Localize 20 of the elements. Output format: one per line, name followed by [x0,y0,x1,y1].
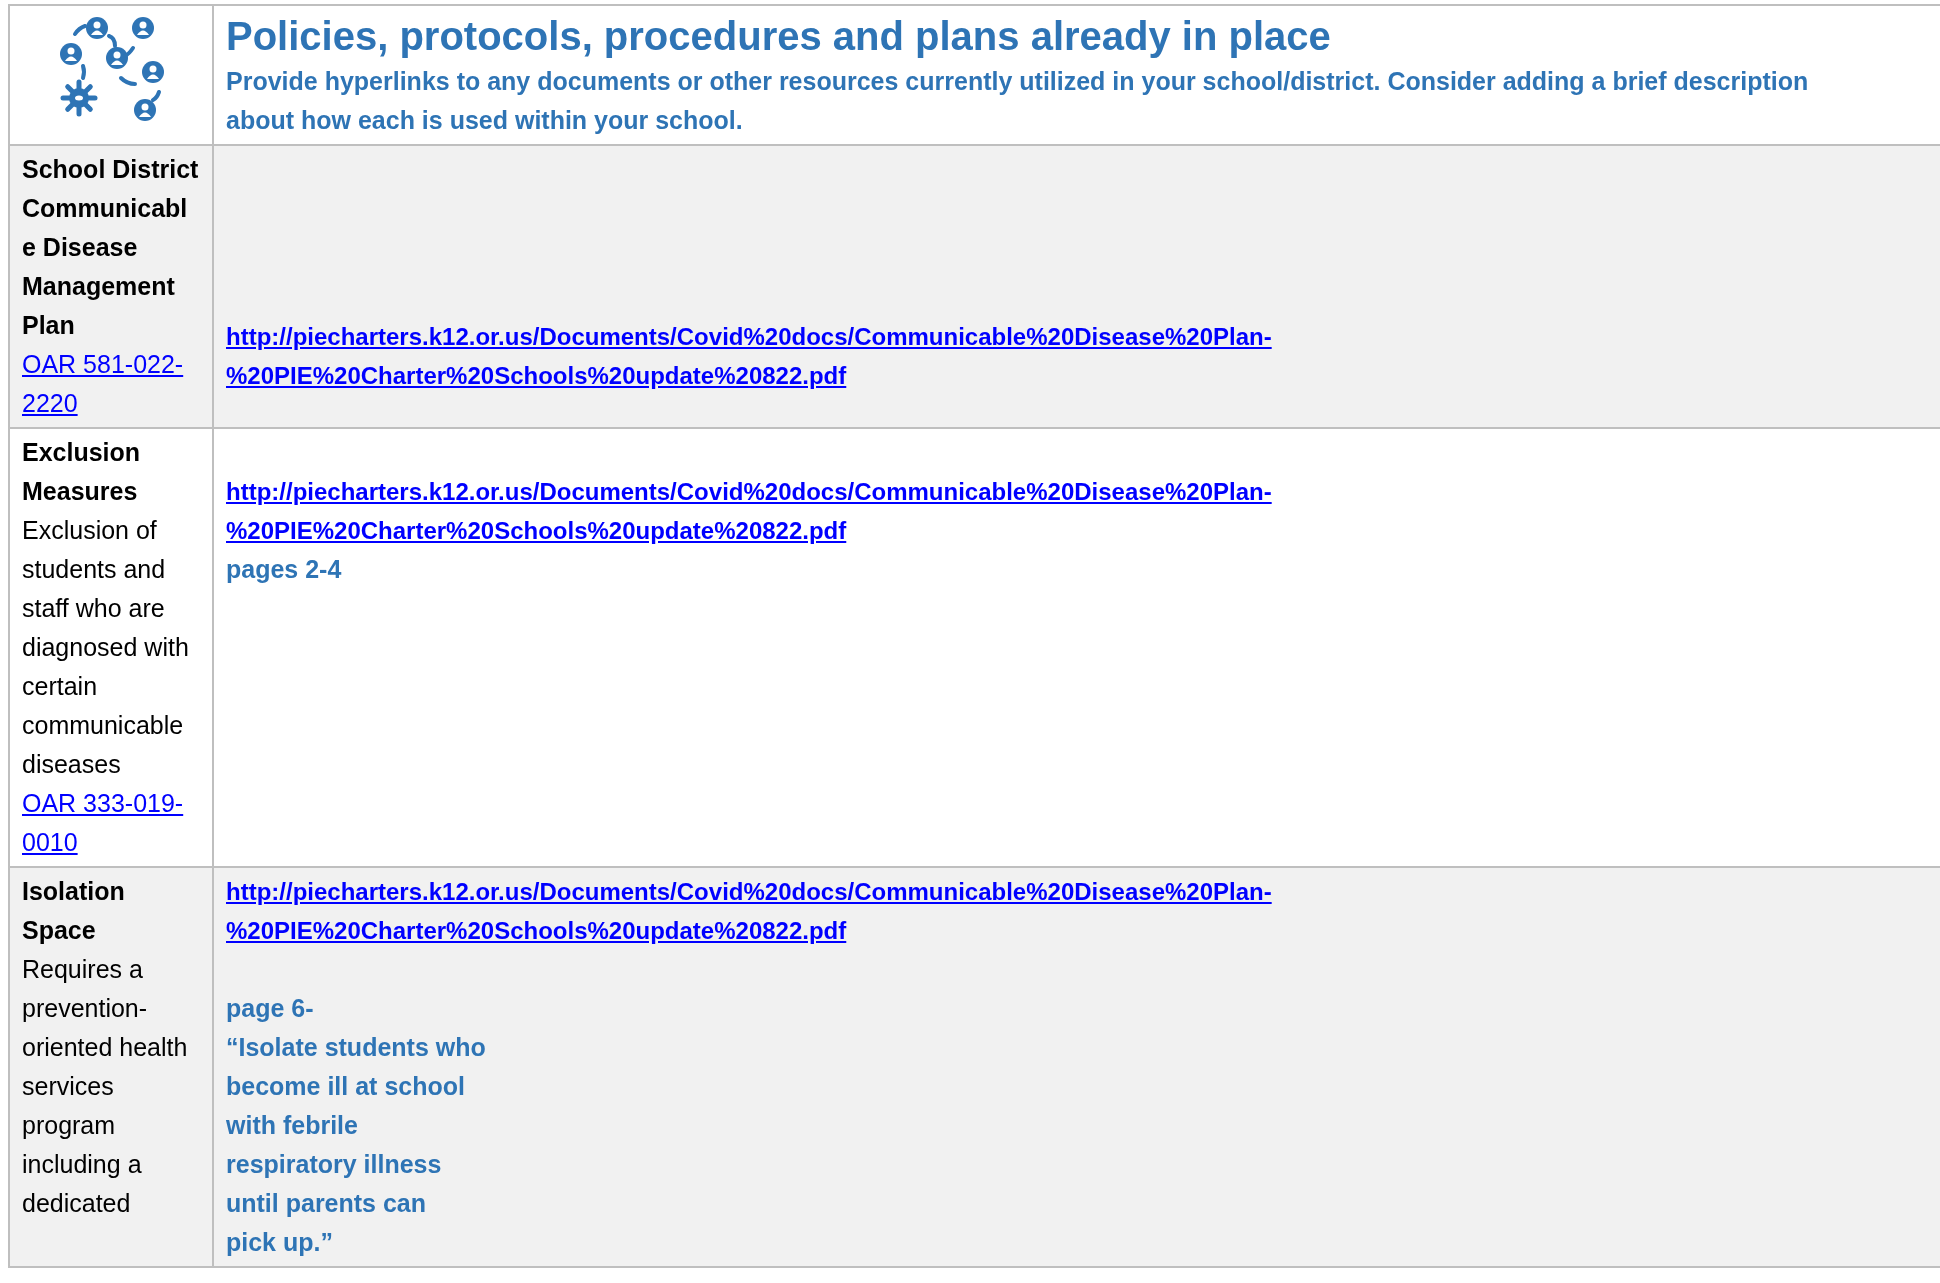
note-text: with febrile [226,1110,359,1141]
note-text: respiratory illness [226,1149,443,1180]
note-text: page 6- [226,993,315,1024]
note-text: pages 2-4 [226,554,343,585]
section-instructions: Provide hyperlinks to any documents or other resources currently utilized in your school/district. Consider adding a brief description about how each is used within your school. [226,66,1810,136]
row-description: Requires a prevention-oriented health services program including a dedicated [22,954,189,1219]
note-text: become ill at school [226,1071,466,1102]
rule-link[interactable]: OAR 333-019-0010 [22,784,200,862]
note-text: pick up.” [226,1227,334,1258]
note-text: until parents can [226,1188,428,1219]
document-link[interactable]: http://piecharters.k12.or.us/Documents/Covid%20docs/Communicable%20Disease%20Plan-%20PIE%20Charter%20Schools%20update%20822.pdf [226,472,1466,550]
row-title: Exclusion Measures [22,437,142,507]
row-title: Isolation Space [22,876,126,946]
rule-link[interactable]: OAR 581-022-2220 [22,345,200,423]
section-title: Policies, protocols, procedures and plans already in place [226,13,1332,60]
row-title: School District Communicable Disease Management Plan [22,154,200,341]
note-text: “Isolate students who [226,1032,487,1063]
document-link[interactable]: http://piecharters.k12.or.us/Documents/Covid%20docs/Communicable%20Disease%20Plan-%20PIE%20Charter%20Schools%20update%20822.pdf [226,872,1466,950]
row-description: Exclusion of students and staff who are diagnosed with certain communicable diseases [22,515,190,780]
document-link[interactable]: http://piecharters.k12.or.us/Documents/Covid%20docs/Communicable%20Disease%20Plan-%20PIE%20Charter%20Schools%20update%20822.pdf [226,317,1466,395]
